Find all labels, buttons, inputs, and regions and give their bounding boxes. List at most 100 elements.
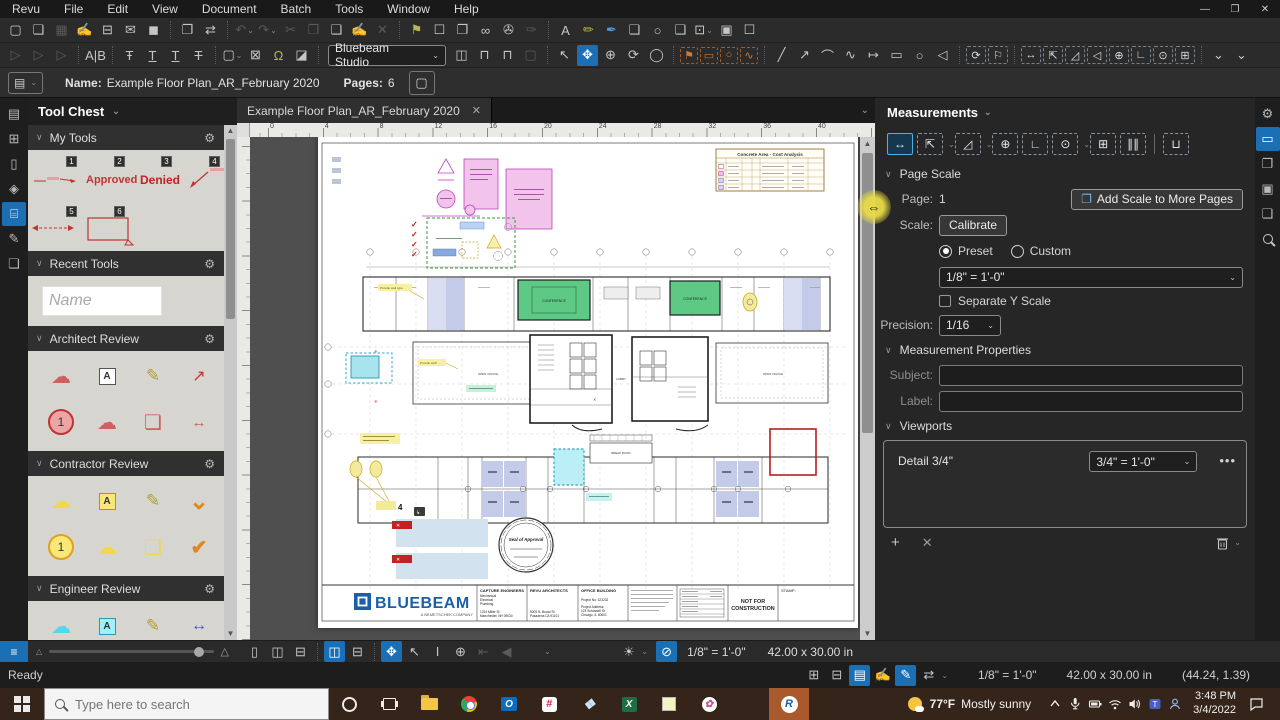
edit-text-button[interactable]: Ŧ: [119, 45, 140, 66]
panel-tab-file-access[interactable]: ▤: [2, 102, 26, 126]
meas-radius-button[interactable]: ⊙: [1153, 46, 1173, 64]
document-menu-button[interactable]: ▤ ⌄: [8, 72, 43, 94]
scale-preset-select[interactable]: 1/8" = 1'-0" ⌄: [939, 267, 1243, 288]
measure-length-button[interactable]: ↔: [887, 133, 913, 155]
format-painter-button[interactable]: ✍: [349, 20, 370, 41]
markup-mode-button[interactable]: ✎: [895, 665, 916, 686]
numbered-circle-tool[interactable]: 1: [38, 524, 84, 570]
meas-diameter-button[interactable]: ⊕: [1109, 46, 1129, 64]
presentation-2-button[interactable]: ⊓: [497, 45, 518, 66]
ellipse-markup-button[interactable]: ○: [647, 20, 668, 41]
select-button[interactable]: ↖: [554, 45, 575, 66]
panel-tab-measurements[interactable]: ▭: [1256, 127, 1280, 151]
denied-stamp-tool[interactable]: Denied: [140, 173, 180, 187]
cloud-callout-tool[interactable]: ☁: [38, 478, 84, 524]
lasso-button[interactable]: ◯: [646, 45, 667, 66]
taskbar-app-cortana[interactable]: [329, 688, 369, 720]
dim-arrow-tool[interactable]: ↔: [176, 603, 222, 640]
more-tools-2-button[interactable]: ⌄: [1231, 45, 1252, 66]
measure-polylength-button[interactable]: ⇱: [917, 133, 943, 155]
taskbar-weather[interactable]: 77°F Mostly sunny: [908, 697, 1032, 711]
cloud-tool[interactable]: ☁: [84, 399, 130, 445]
menu-file[interactable]: File: [52, 0, 95, 18]
review-text-1-button[interactable]: ▷: [5, 45, 26, 66]
tool-chest-header[interactable]: Tool Chest ⌄: [28, 98, 237, 125]
note-callout-tool[interactable]: ❏: [130, 399, 176, 445]
separate-y-scale-checkbox[interactable]: [939, 295, 951, 307]
viewport-polyline-button[interactable]: ∿: [740, 47, 758, 64]
measure-angle-button[interactable]: ∟: [1022, 133, 1048, 155]
menu-batch[interactable]: Batch: [269, 0, 324, 18]
pan-hand-button[interactable]: ✥: [577, 45, 598, 66]
panel-tab-tags[interactable]: ❏: [1256, 202, 1280, 226]
panel-tab-capture-media[interactable]: ▣: [1256, 177, 1280, 201]
calibrate-button[interactable]: Calibrate: [939, 215, 1007, 236]
highlighter-tool[interactable]: ✎: [130, 478, 176, 524]
open-button[interactable]: ❏: [28, 20, 49, 41]
taskbar-search[interactable]: [44, 688, 329, 720]
measure-volume-button[interactable]: ⊞: [1090, 133, 1116, 155]
dimension-tool[interactable]: ↔: [176, 399, 222, 445]
view-modes-chevron[interactable]: ⌄: [544, 647, 551, 656]
scroll-down-icon[interactable]: ▼: [227, 628, 235, 640]
presentation-1-button[interactable]: ⊓: [474, 45, 495, 66]
attachment-button[interactable]: ✇: [498, 20, 519, 41]
start-button[interactable]: [0, 688, 44, 720]
page-scale-section[interactable]: ∨ Page Scale: [875, 162, 1255, 186]
tray-contact-button[interactable]: [1165, 692, 1185, 716]
split-horizontal-button[interactable]: ⊟: [347, 641, 368, 662]
measure-count-button[interactable]: ∥∥: [1120, 133, 1146, 155]
pen-button[interactable]: ✒: [601, 20, 622, 41]
menu-edit[interactable]: Edit: [95, 0, 140, 18]
rectangle-tool[interactable]: [84, 214, 134, 246]
split-view-button[interactable]: ◫: [451, 45, 472, 66]
delete-button[interactable]: ✕: [372, 20, 393, 41]
taskbar-app-task-view[interactable]: [369, 688, 409, 720]
gear-icon[interactable]: ⚙: [204, 257, 215, 271]
line-button[interactable]: ╱: [771, 45, 792, 66]
highlighter-tool[interactable]: ✎: [130, 603, 176, 640]
slider-track[interactable]: [49, 650, 213, 653]
bluebeam-studio-select[interactable]: Bluebeam Studio ⌄: [328, 45, 446, 66]
close-button[interactable]: ✕: [1250, 0, 1280, 18]
taskbar-app-paint[interactable]: [689, 688, 729, 720]
alert-bell-button[interactable]: Ω: [268, 45, 289, 66]
remove-viewport-button[interactable]: ✕: [922, 535, 933, 551]
recent-text-tool[interactable]: Name: [42, 286, 162, 316]
menu-window[interactable]: Window: [375, 0, 442, 18]
reuse-markup-button[interactable]: ⇄: [918, 665, 939, 686]
scroll-up-icon[interactable]: ▲: [864, 137, 872, 150]
tray-teams-button[interactable]: T: [1145, 692, 1165, 716]
single-page-button[interactable]: ▯: [244, 641, 265, 662]
note-callout-tool[interactable]: ❏: [130, 524, 176, 570]
measure-viewport-button[interactable]: ⊔: [1163, 133, 1189, 155]
section-my-tools[interactable]: ∨ My Tools ⚙: [28, 125, 237, 150]
grid-toggle-button[interactable]: ⊞: [803, 665, 824, 686]
viewport-more-button[interactable]: •••: [1219, 451, 1236, 468]
side-by-side-button[interactable]: ◫: [267, 641, 288, 662]
measure-polylength-button[interactable]: ⇱: [1043, 46, 1063, 64]
menu-tools[interactable]: Tools: [323, 0, 375, 18]
panel-tab-bookmarks[interactable]: ▯: [2, 152, 26, 176]
taskbar-app-photos[interactable]: [569, 688, 609, 720]
measure-cutout-button[interactable]: ◁: [1087, 46, 1107, 64]
measure-radius-button[interactable]: ⊙: [1052, 133, 1078, 155]
delete-viewport-button[interactable]: ⌄: [1216, 536, 1241, 550]
compare-documents-button[interactable]: ▢: [520, 45, 541, 66]
markup-recovery-button[interactable]: ✍: [872, 665, 893, 686]
paste-button[interactable]: ❑: [326, 20, 347, 41]
dimension-arrow-tool[interactable]: [30, 222, 76, 234]
label-input[interactable]: [939, 391, 1243, 412]
brightness-button[interactable]: ☀: [618, 641, 639, 662]
panel-tab-markups-summary[interactable]: ✎: [2, 227, 26, 251]
stamp-button[interactable]: ⊡⌄: [693, 20, 714, 41]
text-box-tool[interactable]: A: [84, 353, 130, 399]
menu-help[interactable]: Help: [442, 0, 491, 18]
viewport-rectangle-button[interactable]: ▭: [700, 47, 718, 64]
snapshot-button[interactable]: ☐: [739, 20, 760, 41]
section-recent-tools[interactable]: ∨ Recent Tools ⚙: [28, 251, 237, 276]
cloud-callout-button[interactable]: ❑: [670, 20, 691, 41]
save-as-button[interactable]: ✍: [74, 20, 95, 41]
section-engineer-review[interactable]: ∨ Engineer Review ⚙: [28, 576, 237, 601]
undo-button[interactable]: ↶⌄: [234, 20, 255, 41]
